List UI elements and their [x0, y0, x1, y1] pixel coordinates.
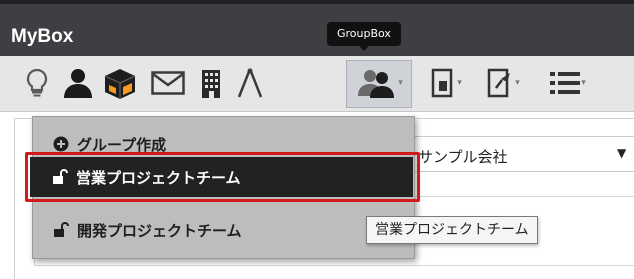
- building-icon[interactable]: [196, 64, 226, 102]
- chevron-down-icon[interactable]: ▼: [617, 146, 626, 160]
- company-select-value: サンプル会社: [418, 148, 508, 166]
- envelope-icon[interactable]: [150, 64, 186, 102]
- user-icon[interactable]: [60, 64, 96, 102]
- chevron-down-icon: ▾: [581, 78, 586, 88]
- document-pin-icon[interactable]: ▾: [480, 64, 526, 102]
- highlight-frame: [25, 152, 420, 202]
- document-icon[interactable]: ▾: [424, 64, 468, 102]
- unlock-icon: [53, 222, 69, 238]
- item-tooltip: 営業プロジェクトチーム: [366, 216, 538, 244]
- menu-item-dev-team[interactable]: 開発プロジェクトチーム: [33, 213, 414, 247]
- plus-circle-icon: [53, 136, 69, 152]
- list-icon[interactable]: ▾: [540, 64, 596, 102]
- box-icon[interactable]: [100, 64, 140, 102]
- chevron-down-icon: ▾: [457, 78, 462, 88]
- groupbox-tooltip: GroupBox: [327, 22, 401, 51]
- app-header: [0, 0, 634, 56]
- group-icon[interactable]: ▾: [352, 64, 408, 102]
- menu-item-label: 開発プロジェクトチーム: [77, 221, 242, 240]
- app-title: MyBox: [11, 26, 74, 47]
- chevron-down-icon: ▾: [398, 78, 403, 88]
- chevron-down-icon: ▾: [515, 78, 520, 88]
- compass-icon[interactable]: [234, 64, 266, 102]
- lightbulb-icon[interactable]: [22, 64, 52, 102]
